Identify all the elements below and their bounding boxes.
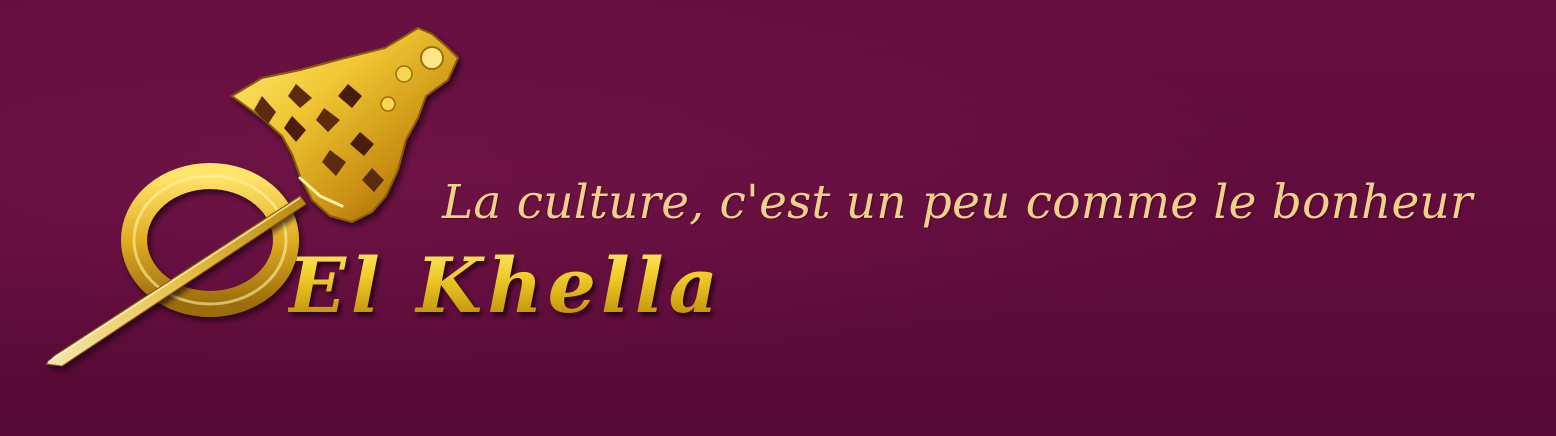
header-banner: La culture, c'est un peu comme le bonheu…	[0, 0, 1556, 436]
tagline: La culture, c'est un peu comme le bonheu…	[442, 175, 1473, 230]
ring-icon	[121, 163, 299, 317]
brand-name: El Khella	[288, 236, 723, 336]
